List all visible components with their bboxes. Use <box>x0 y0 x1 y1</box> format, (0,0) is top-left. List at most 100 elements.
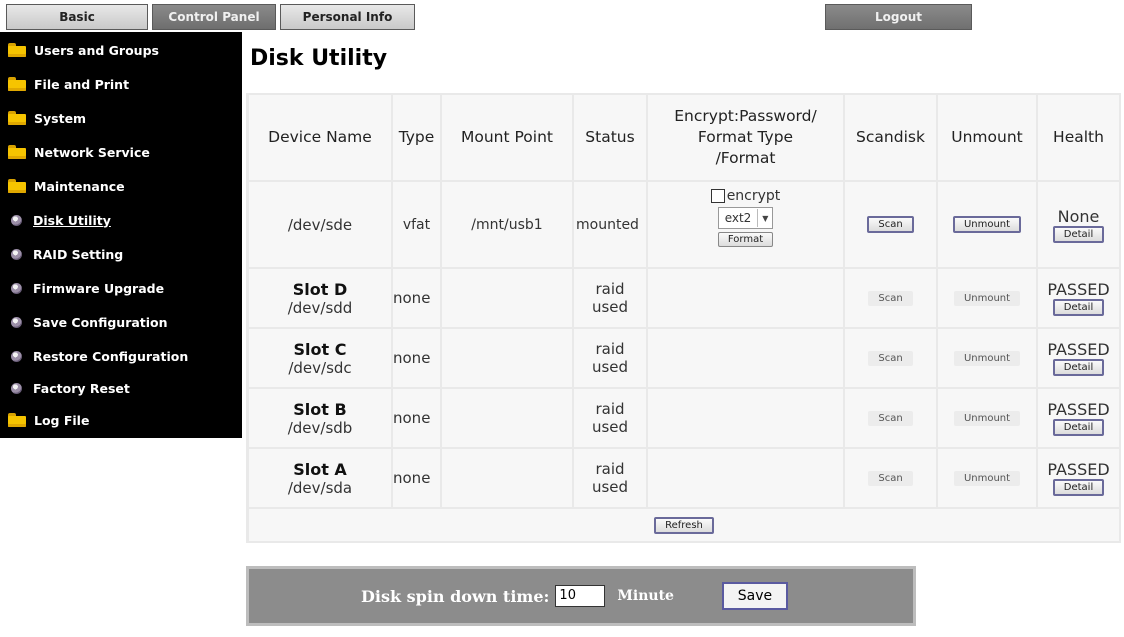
spin-down-panel: Disk spin down time: 10 Minute Save <box>246 566 916 626</box>
col-header-encrypt: Encrypt:Password/ Format Type /Format <box>648 95 843 180</box>
status-value: raid <box>595 460 625 478</box>
sidebar-item-firmware-upgrade[interactable]: Firmware Upgrade <box>8 274 164 302</box>
table-row-slot-c: Slot C /dev/sdc <box>249 329 391 387</box>
sidebar-item-system[interactable]: System <box>8 104 86 132</box>
sidebar-item-factory-reset[interactable]: Factory Reset <box>8 374 130 402</box>
health-status: PASSED <box>1047 460 1110 479</box>
type-cell: none <box>393 389 440 447</box>
logout-button[interactable]: Logout <box>825 4 972 30</box>
device-name: /dev/sda <box>287 478 353 497</box>
status-value: used <box>591 358 629 376</box>
slot-name: Slot A <box>293 459 347 479</box>
save-button[interactable]: Save <box>721 582 788 610</box>
detail-button[interactable]: Detail <box>1052 479 1105 496</box>
refresh-row: Refresh <box>249 509 1119 541</box>
encrypt-format-cell <box>648 269 843 327</box>
unmount-cell: Unmount <box>938 389 1036 447</box>
unmount-button[interactable]: Unmount <box>953 290 1021 306</box>
unmount-cell: Unmount <box>938 329 1036 387</box>
sidebar-item-restore-configuration[interactable]: Restore Configuration <box>8 342 188 370</box>
page-title: Disk Utility <box>250 46 388 71</box>
folder-icon <box>8 145 26 159</box>
sidebar-item-label: Firmware Upgrade <box>33 280 165 296</box>
device-name: /dev/sdb <box>287 418 353 437</box>
scan-button[interactable]: Scan <box>868 470 913 486</box>
status-cell: raid used <box>574 329 646 387</box>
slot-name: Slot D <box>292 279 348 299</box>
sidebar-item-log-file[interactable]: Log File <box>8 406 89 434</box>
col-header-device-name: Device Name <box>249 95 391 180</box>
sidebar-item-save-configuration[interactable]: Save Configuration <box>8 308 168 336</box>
scan-button[interactable]: Scan <box>868 410 913 426</box>
status-value: raid <box>595 280 625 298</box>
mount-point-value: /mnt/usb1 <box>471 216 543 233</box>
unmount-button[interactable]: Unmount <box>953 350 1021 366</box>
col-header-type: Type <box>393 95 440 180</box>
table-row-slot-d: Slot D /dev/sdd <box>249 269 391 327</box>
unmount-cell: Unmount <box>938 449 1036 507</box>
top-navigation: Basic Control Panel Personal Info Logout <box>0 0 1124 32</box>
tab-control-panel[interactable]: Control Panel <box>152 4 276 30</box>
bullet-icon <box>11 214 22 226</box>
sidebar: Users and Groups File and Print System N… <box>0 32 242 438</box>
header-text: /Format <box>715 149 776 167</box>
scandisk-cell: Scan <box>845 389 936 447</box>
status-value: used <box>591 418 629 436</box>
header-text: Unmount <box>951 128 1023 146</box>
format-type-select[interactable]: ext2 ▼ <box>717 207 774 229</box>
scandisk-cell: Scan <box>845 329 936 387</box>
unmount-button[interactable]: Unmount <box>953 470 1021 486</box>
refresh-button[interactable]: Refresh <box>654 516 714 534</box>
type-value: none <box>393 349 431 367</box>
device-name: /dev/sdc <box>288 358 352 377</box>
health-cell: PASSED Detail <box>1038 329 1119 387</box>
detail-button[interactable]: Detail <box>1052 225 1105 243</box>
chevron-down-icon: ▼ <box>757 209 772 227</box>
detail-button[interactable]: Detail <box>1052 419 1105 436</box>
sidebar-item-raid-setting[interactable]: RAID Setting <box>8 240 123 268</box>
encrypt-checkbox[interactable] <box>710 189 725 203</box>
tab-basic[interactable]: Basic <box>6 4 148 30</box>
format-button[interactable]: Format <box>717 232 774 247</box>
spin-down-label: Disk spin down time: <box>361 586 550 606</box>
mount-point-cell <box>442 449 572 507</box>
header-text: Status <box>585 128 635 146</box>
health-cell: PASSED Detail <box>1038 269 1119 327</box>
bullet-icon <box>11 316 22 328</box>
folder-icon <box>8 77 26 91</box>
sidebar-item-network-service[interactable]: Network Service <box>8 138 150 166</box>
mount-point-cell <box>442 329 572 387</box>
spin-down-input[interactable]: 10 <box>555 585 606 607</box>
sidebar-item-label: RAID Setting <box>33 246 124 262</box>
folder-icon <box>8 111 26 125</box>
col-header-health: Health <box>1038 95 1119 180</box>
header-text: Encrypt:Password/ <box>674 107 817 125</box>
status-cell: mounted <box>574 182 646 267</box>
encrypt-label: encrypt <box>726 188 781 204</box>
type-value: vfat <box>402 216 431 233</box>
type-cell: vfat <box>393 182 440 267</box>
sidebar-item-label: Restore Configuration <box>33 348 189 364</box>
scandisk-cell: Scan <box>845 182 936 267</box>
bullet-icon <box>11 350 22 362</box>
health-status: None <box>1057 206 1100 226</box>
unmount-cell: Unmount <box>938 269 1036 327</box>
scan-button[interactable]: Scan <box>867 216 914 233</box>
unmount-button[interactable]: Unmount <box>952 216 1022 233</box>
scan-button[interactable]: Scan <box>868 290 913 306</box>
scan-button[interactable]: Scan <box>868 350 913 366</box>
sidebar-item-file-and-print[interactable]: File and Print <box>8 70 129 98</box>
sidebar-item-disk-utility[interactable]: Disk Utility <box>8 206 111 234</box>
encrypt-format-cell <box>648 389 843 447</box>
scandisk-cell: Scan <box>845 269 936 327</box>
folder-icon <box>8 179 26 193</box>
sidebar-item-maintenance[interactable]: Maintenance <box>8 172 125 200</box>
detail-button[interactable]: Detail <box>1052 359 1105 376</box>
unmount-button[interactable]: Unmount <box>953 410 1021 426</box>
sidebar-item-users-and-groups[interactable]: Users and Groups <box>8 36 159 64</box>
tab-personal-info[interactable]: Personal Info <box>280 4 415 30</box>
health-cell: None Detail <box>1038 182 1119 267</box>
detail-button[interactable]: Detail <box>1052 299 1105 316</box>
sidebar-item-label: System <box>34 110 87 126</box>
sidebar-item-label: Log File <box>34 412 90 428</box>
